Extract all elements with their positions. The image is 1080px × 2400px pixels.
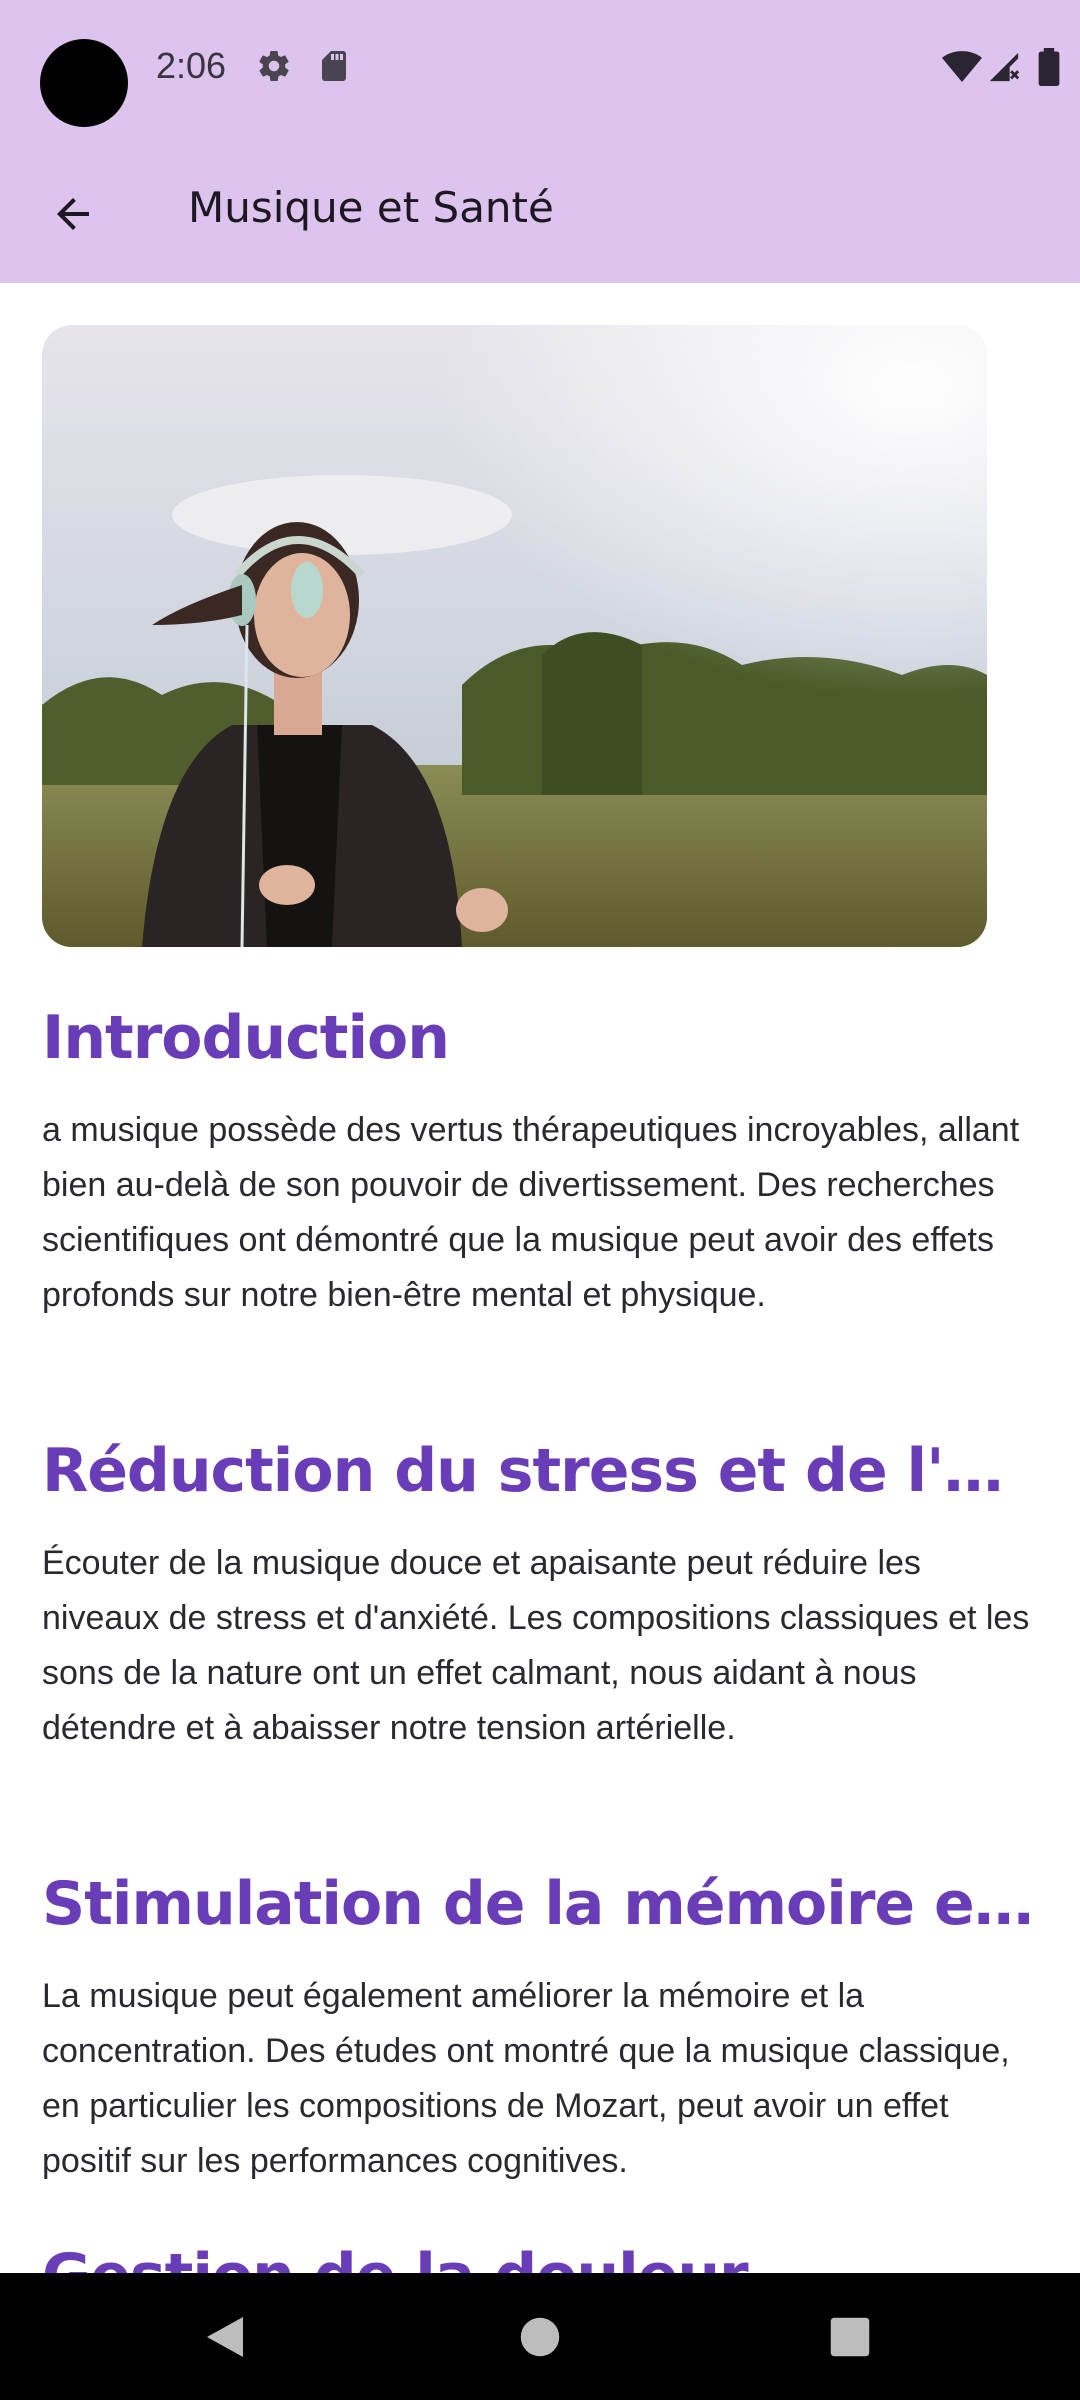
section-body-introduction: a musique possède des vertus thérapeutiq… — [42, 1111, 1020, 1314]
page-title: Musique et Santé — [188, 183, 554, 232]
section-title-pain: Gestion de la douleur — [42, 2241, 1042, 2273]
arrow-back-icon — [57, 198, 89, 230]
nav-recents-icon — [830, 2317, 870, 2357]
section-body-memory: La musique peut également améliorer la m… — [42, 1977, 1010, 2180]
navigation-bar — [0, 2273, 1080, 2400]
section-body-stress: Écouter de la musique douce et apaisante… — [42, 1544, 1030, 1747]
section-title-memory: Stimulation de la mémoire et d... — [42, 1869, 1042, 1939]
hero-image — [42, 325, 987, 947]
battery-icon — [1038, 48, 1060, 90]
status-bar: 2:06 — [0, 0, 1080, 135]
camera-cutout — [40, 39, 128, 127]
settings-icon — [256, 48, 292, 88]
nav-home-button[interactable] — [510, 2307, 570, 2367]
back-button[interactable] — [38, 179, 108, 249]
article-content[interactable]: Introduction a musique possède des vertu… — [0, 283, 1080, 2273]
nav-back-button[interactable] — [195, 2307, 255, 2367]
section-title-introduction: Introduction — [42, 1003, 450, 1073]
section-title-stress: Réduction du stress et de l'anx... — [42, 1436, 1042, 1506]
sd-card-icon — [316, 48, 352, 88]
status-time: 2:06 — [156, 45, 227, 86]
nav-back-icon — [207, 2317, 243, 2357]
signal-icon — [986, 50, 1022, 88]
nav-home-icon — [520, 2317, 560, 2357]
app-bar: Musique et Santé — [0, 135, 1080, 283]
wifi-icon — [942, 50, 982, 88]
nav-recents-button[interactable] — [820, 2307, 880, 2367]
